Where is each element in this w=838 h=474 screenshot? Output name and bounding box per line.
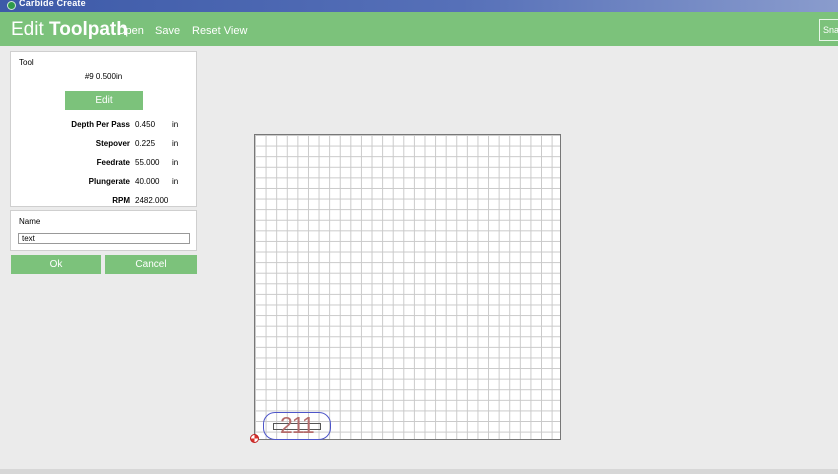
param-label: Depth Per Pass — [71, 120, 130, 129]
name-heading: Name — [19, 217, 41, 226]
param-label: Plungerate — [88, 177, 130, 186]
name-panel: Name text — [10, 210, 197, 251]
page-title-prefix: Edit — [11, 19, 44, 40]
cancel-button[interactable]: Cancel — [105, 255, 197, 274]
stepover-value[interactable]: 0.225 — [135, 139, 155, 149]
open-button[interactable]: Open — [117, 25, 144, 38]
window-titlebar: Carbide Create — [0, 0, 838, 12]
toolpath-name-input[interactable]: text — [18, 233, 190, 244]
tool-heading: Tool — [19, 58, 34, 67]
edit-tool-button[interactable]: Edit — [65, 91, 143, 110]
param-label: RPM — [112, 196, 130, 205]
toolbar: Edit Toolpath Open Save Reset View Sna — [0, 12, 838, 46]
tool-panel: Tool #9 0.500in Edit Depth Per Pass 0.45… — [10, 51, 197, 207]
origin-marker-icon — [250, 434, 259, 443]
param-unit: in — [172, 158, 179, 167]
page-title-main: Toolpath — [49, 19, 128, 40]
page-title: Edit Toolpath — [11, 19, 128, 41]
save-button[interactable]: Save — [155, 25, 180, 38]
rpm-value[interactable]: 2482.000 — [135, 196, 168, 206]
param-label: Feedrate — [96, 158, 130, 167]
window-title: Carbide Create — [19, 0, 86, 8]
carbide-logo-icon — [7, 1, 16, 10]
reset-view-button[interactable]: Reset View — [192, 25, 247, 38]
plungerate-value[interactable]: 40.000 — [135, 177, 159, 187]
param-unit: in — [172, 139, 179, 148]
bottom-border — [0, 469, 838, 474]
param-unit: in — [172, 177, 179, 186]
snap-button[interactable]: Sna — [819, 19, 838, 41]
design-canvas-grid[interactable] — [254, 134, 561, 440]
text-object-glyphs: 211 — [280, 412, 315, 438]
ok-button[interactable]: Ok — [11, 255, 101, 274]
feedrate-value[interactable]: 55.000 — [135, 158, 159, 168]
text-object[interactable]: 211 — [263, 412, 331, 440]
depth-per-pass-value[interactable]: 0.450 — [135, 120, 155, 130]
param-unit: in — [172, 120, 179, 129]
tool-name: #9 0.500in — [84, 72, 123, 81]
param-label: Stepover — [95, 139, 130, 148]
